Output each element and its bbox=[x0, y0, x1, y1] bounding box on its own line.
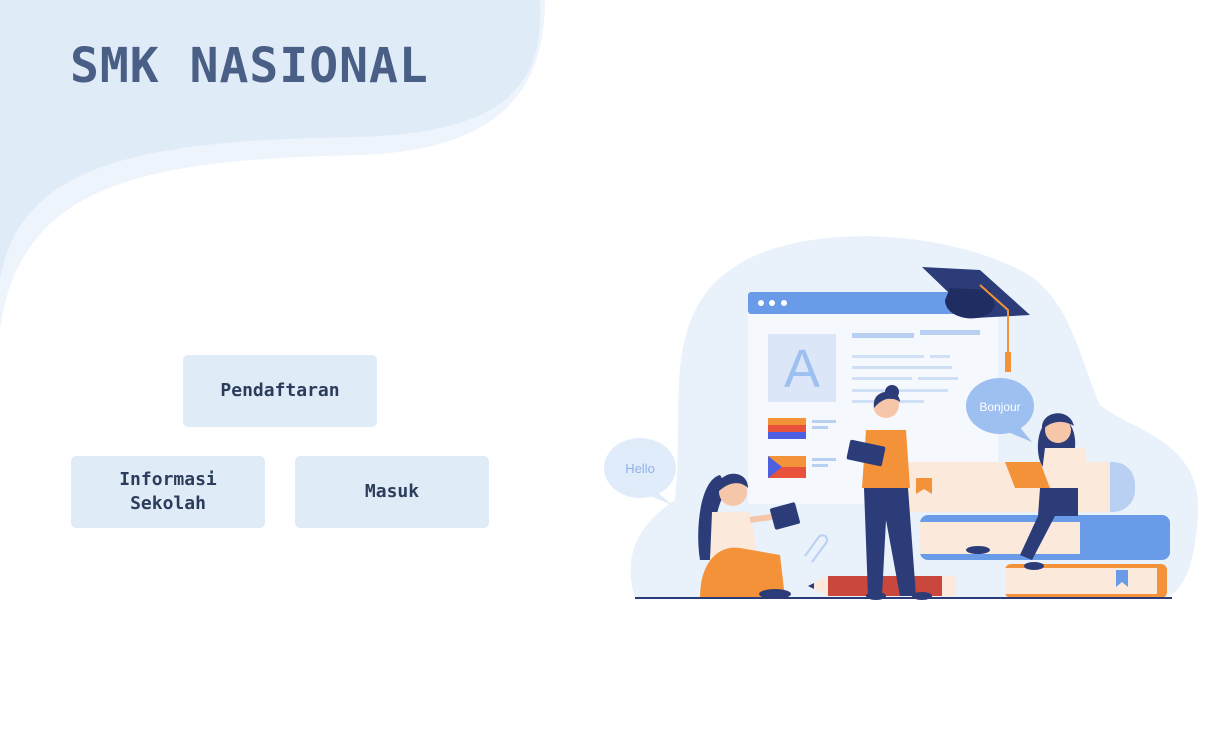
register-button-label: Pendaftaran bbox=[220, 380, 340, 401]
school-info-button[interactable]: Informasi Sekolah bbox=[71, 456, 265, 528]
school-info-button-label: Informasi Sekolah bbox=[119, 468, 217, 516]
login-button[interactable]: Masuk bbox=[295, 456, 489, 528]
students-learning-illustration: A Hello Bonjour bbox=[604, 236, 1199, 600]
login-button-label: Masuk bbox=[364, 481, 420, 502]
letter-a-graphic: A bbox=[784, 339, 820, 399]
school-info-label-line1: Informasi bbox=[119, 469, 217, 490]
school-info-label-line2: Sekolah bbox=[130, 493, 206, 514]
page-title: SMK NASIONAL bbox=[70, 38, 429, 94]
register-button[interactable]: Pendaftaran bbox=[183, 355, 377, 427]
hello-bubble-text: Hello bbox=[625, 461, 655, 476]
hello-bubble-graphic: Hello bbox=[604, 438, 676, 505]
bonjour-bubble-text: Bonjour bbox=[979, 400, 1020, 414]
